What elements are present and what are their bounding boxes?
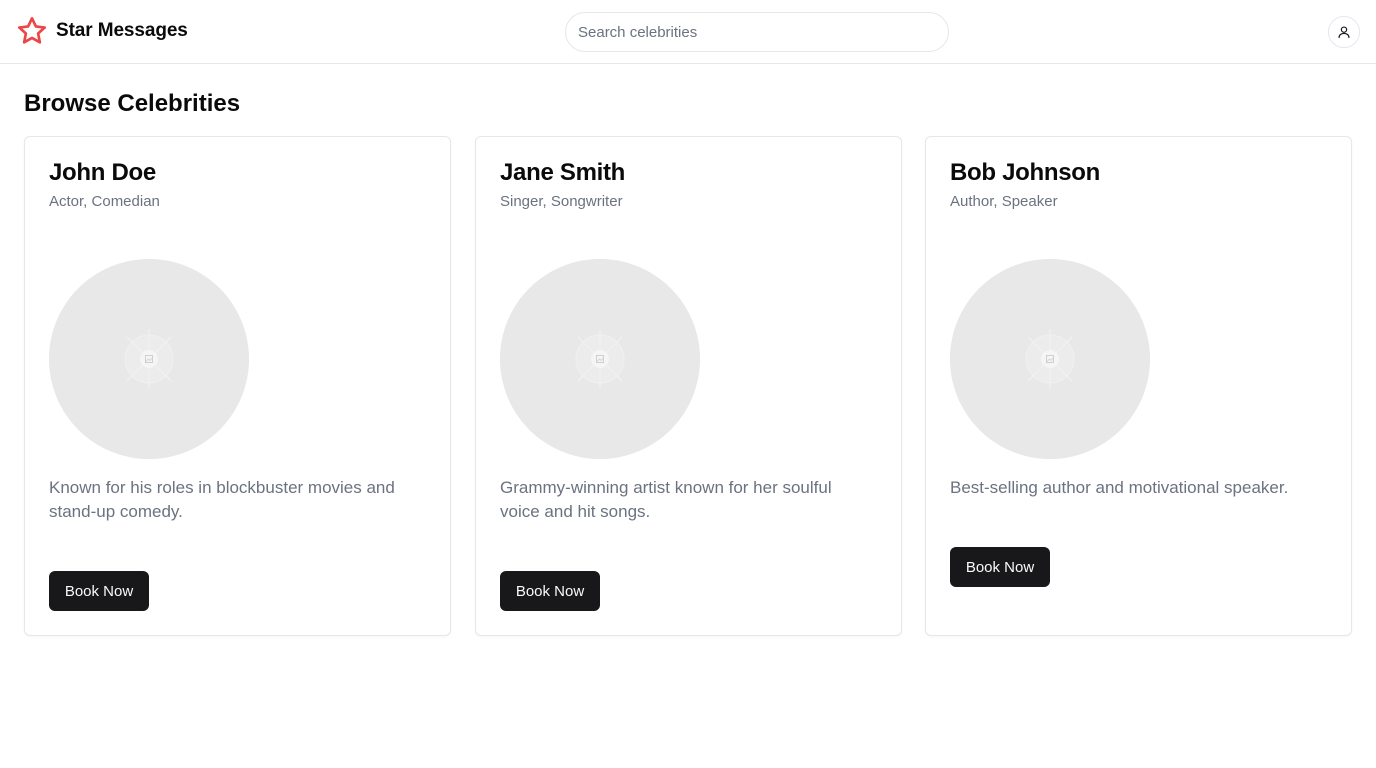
celebrity-description: Best-selling author and motivational spe… (950, 478, 1289, 497)
celebrity-photo-placeholder (49, 259, 249, 459)
celebrity-name: John Doe (49, 159, 156, 186)
celebrity-description: Grammy-winning artist known for her soul… (500, 478, 832, 521)
celebrity-photo-placeholder (500, 259, 700, 459)
celebrity-card-john-doe: John Doe Actor, Comedian Known for his r… (24, 136, 451, 636)
image-placeholder-icon (49, 259, 249, 459)
brand[interactable]: Star Messages (16, 15, 188, 47)
page-title: Browse Celebrities (24, 90, 241, 117)
celebrity-card-bob-johnson: Bob Johnson Author, Speaker Best-selling… (925, 136, 1352, 636)
image-placeholder-icon (500, 259, 700, 459)
image-placeholder-icon (950, 259, 1150, 459)
book-now-button[interactable]: Book Now (49, 571, 149, 611)
celebrity-name: Jane Smith (500, 159, 626, 186)
app-title: Star Messages (56, 20, 188, 41)
celebrity-card-jane-smith: Jane Smith Singer, Songwriter Grammy-win… (475, 136, 902, 636)
celebrity-role: Author, Speaker (950, 193, 1058, 210)
celebrity-photo-placeholder (950, 259, 1150, 459)
user-icon (1337, 25, 1351, 39)
celebrity-role: Actor, Comedian (49, 193, 160, 210)
star-icon (16, 15, 48, 47)
top-header: Star Messages (0, 0, 1376, 64)
search-input[interactable] (565, 12, 949, 52)
user-menu-button[interactable] (1328, 16, 1360, 48)
celebrity-role: Singer, Songwriter (500, 193, 623, 210)
book-now-button[interactable]: Book Now (950, 547, 1050, 587)
celebrity-description: Known for his roles in blockbuster movie… (49, 478, 395, 521)
celebrity-name: Bob Johnson (950, 159, 1101, 186)
book-now-button[interactable]: Book Now (500, 571, 600, 611)
